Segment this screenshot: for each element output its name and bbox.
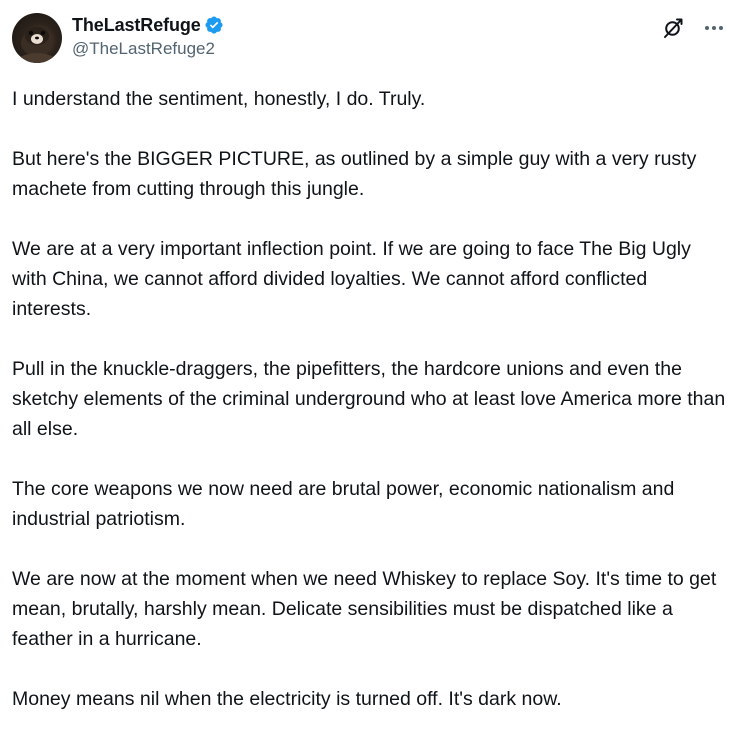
tweet-paragraph: Pull in the knuckle-draggers, the pipefi… <box>12 358 726 440</box>
tweet-text: I understand the sentiment, honestly, I … <box>12 84 728 744</box>
verified-badge-icon[interactable] <box>204 15 224 35</box>
tweet-paragraph: The core weapons we now need are brutal … <box>12 478 675 530</box>
grok-icon[interactable] <box>661 16 685 40</box>
tweet-paragraph: I understand the sentiment, honestly, I … <box>12 88 426 110</box>
tweet-paragraph: We are now at the moment when we need Wh… <box>12 568 717 650</box>
display-name-row: TheLastRefuge <box>72 14 224 36</box>
tweet-paragraph: We are at a very important inflection po… <box>12 238 691 320</box>
display-name[interactable]: TheLastRefuge <box>72 15 201 36</box>
header-actions <box>661 16 725 40</box>
tweet-paragraph: Money means nil when the electricity is … <box>12 688 562 710</box>
avatar-image <box>20 27 54 63</box>
tweet-paragraph: But here's the BIGGER PICTURE, as outlin… <box>12 148 697 200</box>
tweet-header: TheLastRefuge @TheLastRefuge2 <box>12 12 725 64</box>
tweet: TheLastRefuge @TheLastRefuge2 I understa… <box>0 0 737 721</box>
more-options-icon[interactable] <box>703 17 725 39</box>
avatar[interactable] <box>12 13 62 63</box>
author-handle[interactable]: @TheLastRefuge2 <box>72 39 224 59</box>
author-names: TheLastRefuge @TheLastRefuge2 <box>72 14 224 59</box>
